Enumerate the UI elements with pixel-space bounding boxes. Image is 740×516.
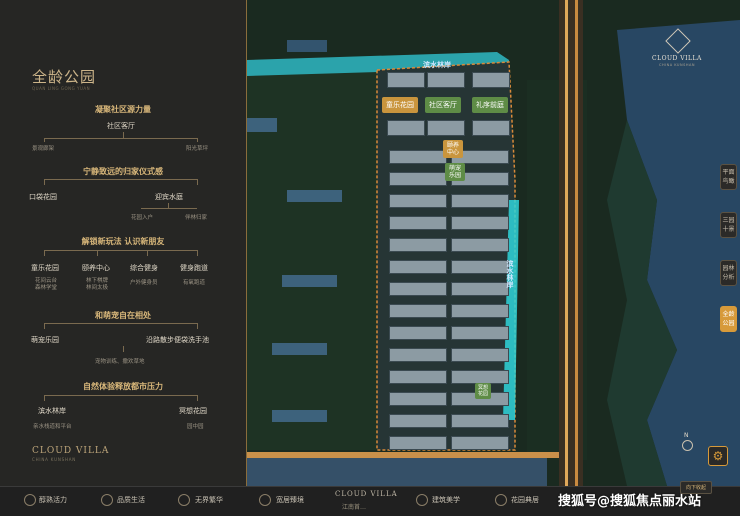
sub-wellness-detail: 林下棋牌 林间太极 [86, 278, 109, 291]
sub-sun-lawn: 阳光草坪 [186, 146, 209, 152]
building [389, 414, 447, 428]
settings-gear-icon[interactable]: ⚙ [708, 446, 728, 466]
building [389, 150, 447, 164]
building [451, 194, 509, 208]
building [389, 392, 447, 406]
building [472, 120, 510, 136]
bottom-icon-6 [495, 494, 507, 506]
brand-logo: CLOUD VILLA [32, 446, 110, 456]
building [451, 348, 509, 362]
building [472, 72, 510, 88]
building [389, 348, 447, 362]
bottom-tab-3[interactable]: 无界繁华 [195, 495, 223, 505]
panel-subtitle: QUAN LING GONG YUAN [32, 86, 91, 91]
building [389, 282, 447, 296]
building [451, 216, 509, 230]
building [451, 326, 509, 340]
node-wellness-center: 颐养中心 [82, 264, 110, 272]
section-heading-5: 自然体验释放都市压力 [83, 382, 163, 391]
sub-garden-entry: 花园入户 [131, 215, 154, 221]
aerial-site-map[interactable]: 滨水林岸 滨水林岸 童乐花园 社区客厅 礼序前庭 颐养中心 萌宠乐园 冥想花园 … [247, 0, 740, 486]
sub-meditation-detail: 园中园 [187, 424, 204, 430]
side-nav-gardens[interactable]: 三园十景 [720, 212, 737, 238]
building [389, 216, 447, 230]
building [451, 282, 509, 296]
bottom-icon-3 [178, 494, 190, 506]
tag-pet-park[interactable]: 萌宠乐园 [445, 163, 465, 181]
compass-n: N [684, 432, 689, 439]
label-right-river: 滨水林岸 [506, 260, 514, 288]
label-top-river: 滨水林岸 [423, 61, 451, 69]
building [451, 238, 509, 252]
node-kids-garden: 童乐花园 [31, 264, 59, 272]
bottom-tab-1[interactable]: 醇熟活力 [39, 495, 67, 505]
side-nav-aerial[interactable]: 平面鸟瞰 [720, 164, 737, 190]
section-heading-3: 解锁新玩法 认识新朋友 [81, 237, 165, 246]
sub-waterfront-detail: 亲水栈道和平台 [33, 424, 72, 430]
bottom-icon-1 [24, 494, 36, 506]
building [387, 120, 425, 136]
sub-pet-detail: 宠物训练、撒欢草地 [95, 359, 145, 365]
compass-icon [682, 440, 693, 451]
left-info-panel: 全龄公园 QUAN LING GONG YUAN 凝聚社区源力量 社区客厅 景观… [0, 0, 247, 486]
tag-social-lounge[interactable]: 社区客厅 [425, 97, 461, 113]
tag-meditation-garden[interactable]: 冥想花园 [475, 383, 491, 399]
node-pocket-garden: 口袋花园 [29, 193, 57, 201]
node-meditation: 冥想花园 [179, 407, 207, 415]
building [427, 120, 465, 136]
section-heading-1: 凝聚社区源力量 [95, 105, 151, 114]
brand-subtitle: CHINA KUNSHAN [32, 457, 77, 462]
section-heading-2: 宁静致远的归家仪式感 [83, 167, 163, 176]
sub-kids-detail: 花间云台 森林学堂 [35, 278, 58, 291]
bottom-icon-4 [259, 494, 271, 506]
building [389, 326, 447, 340]
bottom-tab-4[interactable]: 宽居臻境 [276, 495, 304, 505]
node-waterfront: 滨水林岸 [38, 407, 66, 415]
tag-front-court[interactable]: 礼序前庭 [472, 97, 508, 113]
panel-title: 全龄公园 [32, 68, 97, 86]
node-running-track: 健身跑道 [180, 264, 208, 272]
building [389, 172, 447, 186]
building [451, 260, 509, 274]
collapse-button[interactable]: 向下收起 [680, 481, 713, 494]
building [389, 238, 447, 252]
building [451, 414, 509, 428]
node-pet-park: 萌宠乐园 [31, 336, 59, 344]
tag-kids-garden[interactable]: 童乐花园 [382, 97, 418, 113]
node-social-lounge: 社区客厅 [107, 122, 135, 130]
bottom-tab-5[interactable]: 建筑美学 [432, 495, 460, 505]
sub-forest-home: 伴林归家 [185, 215, 208, 221]
map-logo-text: CLOUD VILLA [652, 55, 702, 62]
side-nav-all-age-park[interactable]: 全龄公园 [720, 306, 737, 332]
sub-track-detail: 有氧跑道 [183, 280, 206, 286]
bottom-nav-bar: 醇熟活力 品质生活 无界繁华 宽居臻境 CLOUD VILLA 江南首… 建筑美… [0, 481, 740, 516]
sub-landscape-gallery: 景观廊架 [32, 146, 55, 152]
building [387, 72, 425, 88]
map-logo-sub: CHINA KUNSHAN [659, 63, 695, 67]
building [451, 370, 509, 384]
node-fitness: 综合健身 [130, 264, 158, 272]
bottom-tab-2[interactable]: 品质生活 [117, 495, 145, 505]
bottom-center-logo: CLOUD VILLA [335, 490, 398, 498]
bottom-icon-2 [101, 494, 113, 506]
building [389, 194, 447, 208]
tag-wellness-center[interactable]: 颐养中心 [443, 140, 463, 158]
building [389, 436, 447, 450]
building [451, 304, 509, 318]
building [389, 304, 447, 318]
building [427, 72, 465, 88]
building [389, 370, 447, 384]
node-pet-wash: 沿路散步便袋洗手池 [146, 336, 209, 344]
node-welcome-water: 迎宾水庭 [155, 193, 183, 201]
building [451, 436, 509, 450]
bottom-icon-5 [416, 494, 428, 506]
building [389, 260, 447, 274]
sub-fitness-detail: 户外健身员 [130, 280, 158, 286]
bottom-tab-6[interactable]: 花园典居 [511, 495, 539, 505]
side-nav-landscape[interactable]: 园林分析 [720, 260, 737, 286]
bottom-center-sub: 江南首… [342, 504, 367, 511]
section-heading-4: 和萌宠自在相处 [95, 311, 151, 320]
